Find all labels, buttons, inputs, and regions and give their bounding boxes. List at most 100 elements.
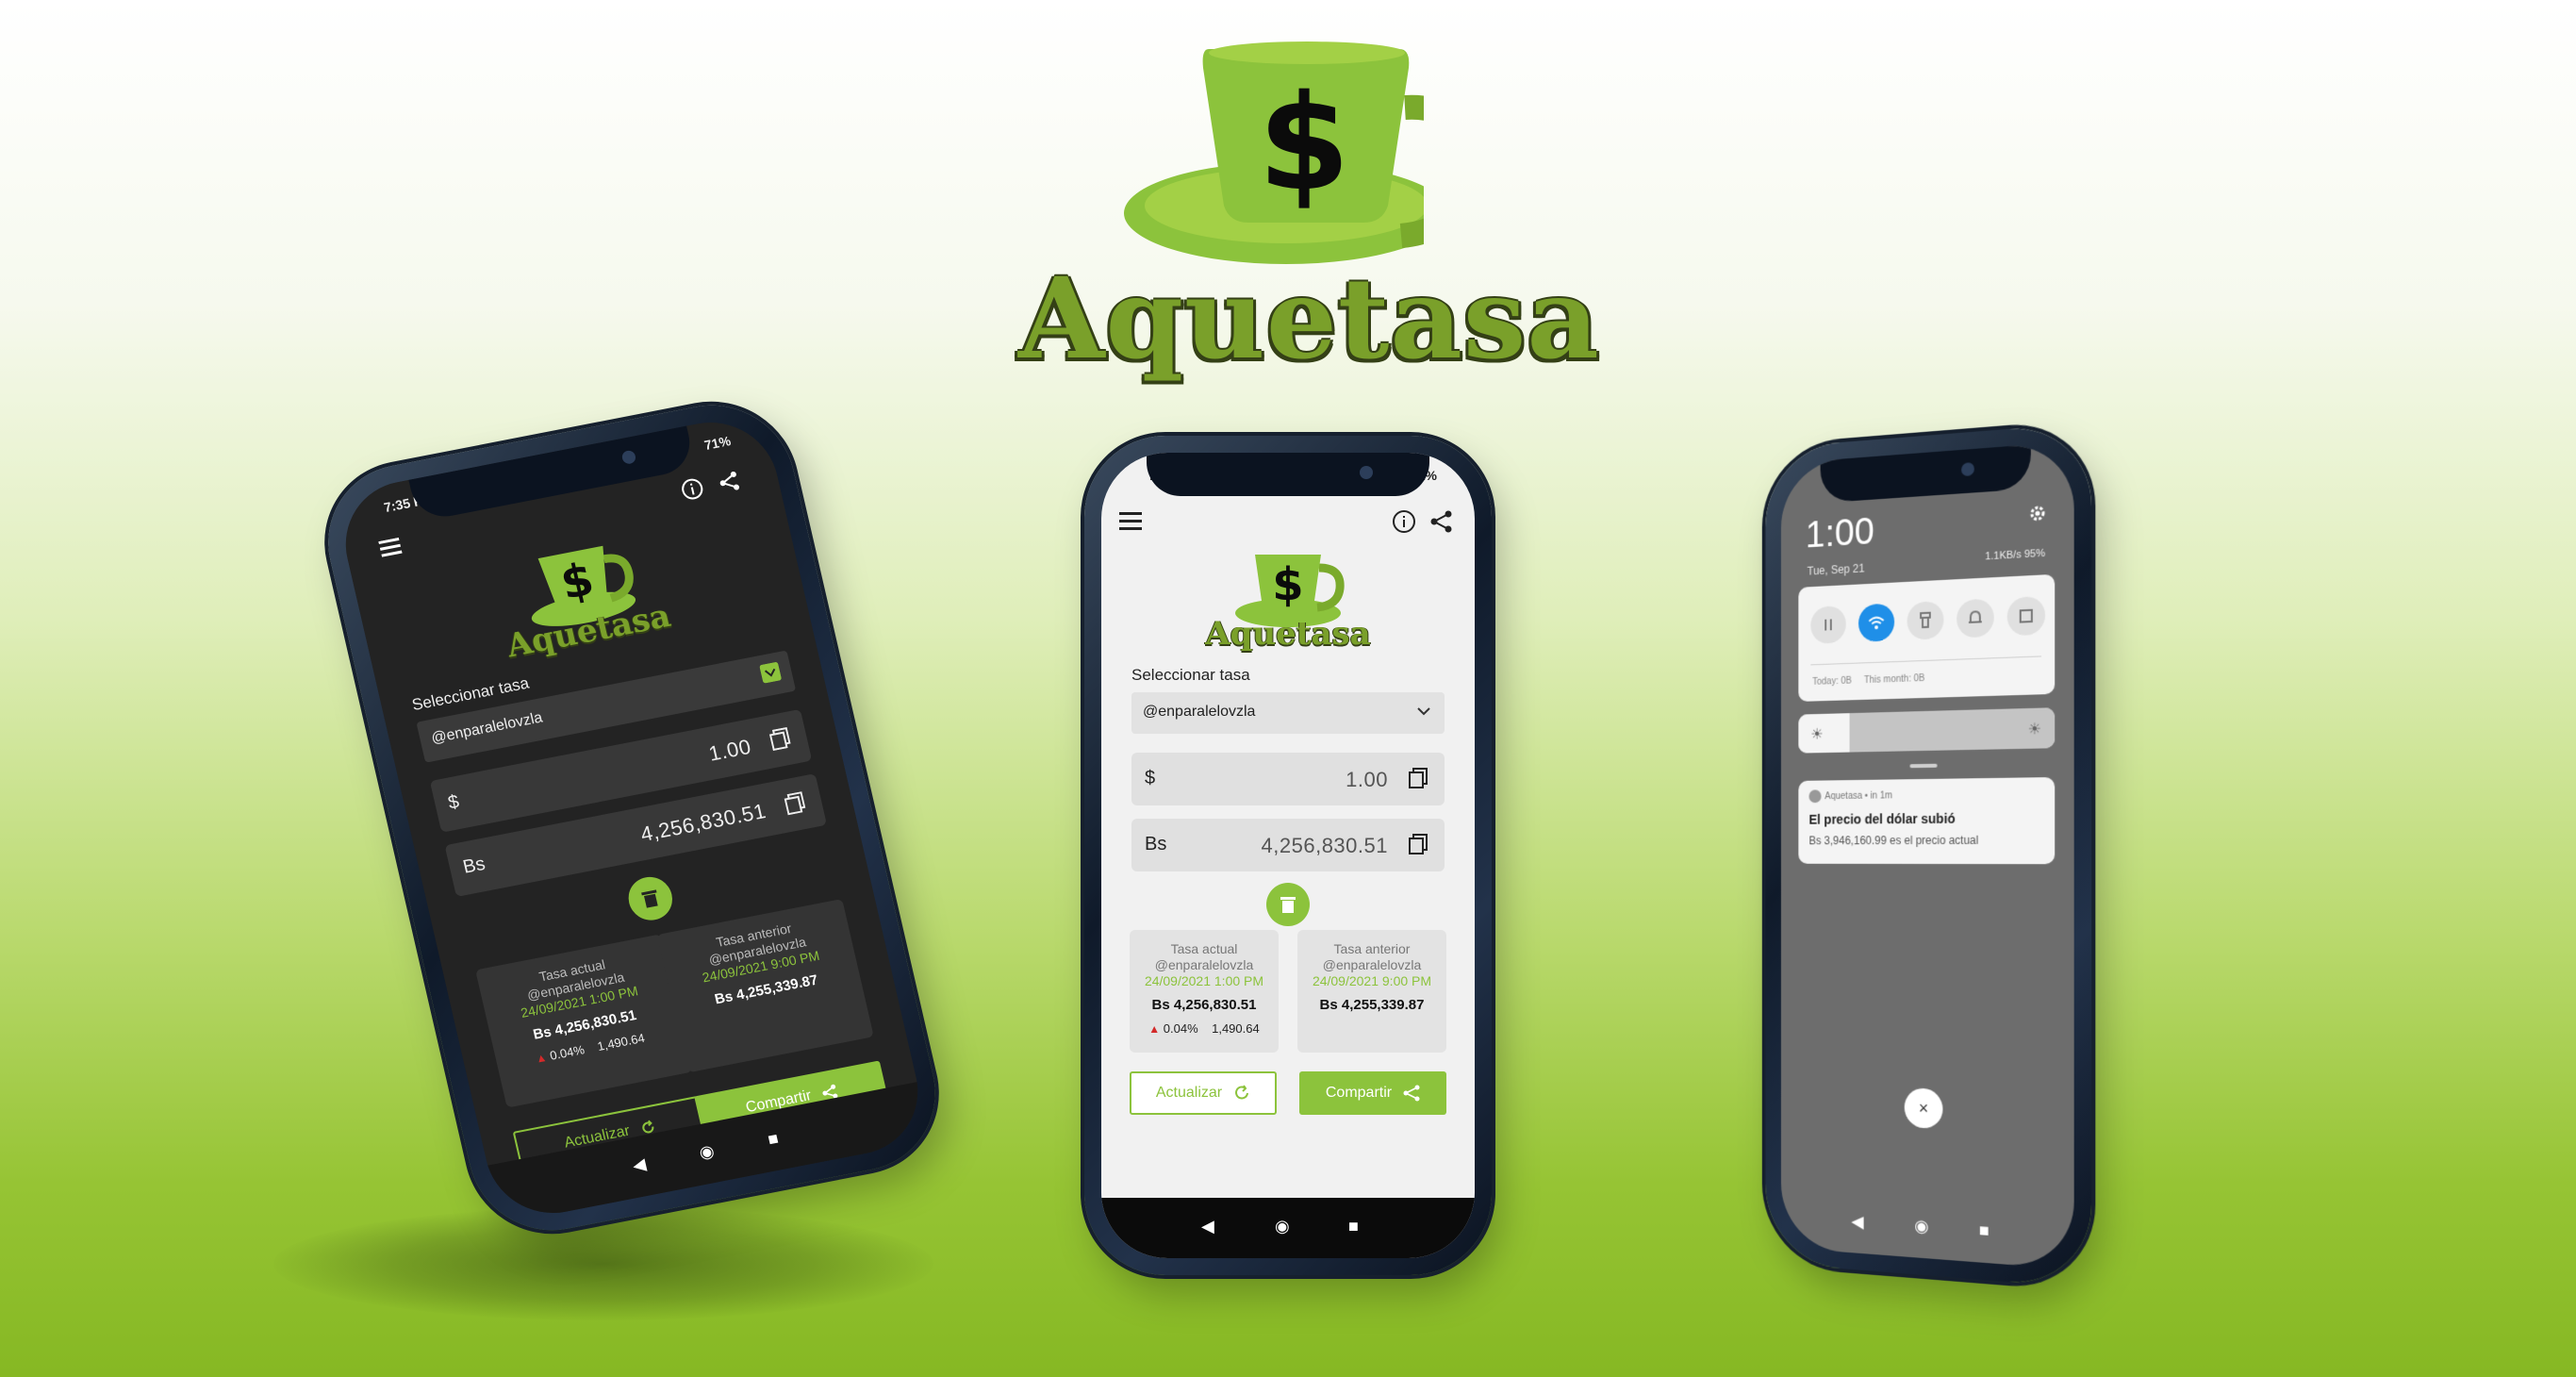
card-amount: Bs 4,255,339.87 xyxy=(1319,997,1425,1013)
status-battery: 71% xyxy=(702,433,733,454)
back-icon[interactable]: ◀ xyxy=(1851,1212,1863,1233)
mini-wordmark: Aquetasa xyxy=(1205,615,1371,653)
app-icon xyxy=(1808,789,1822,804)
refresh-button[interactable]: Actualizar xyxy=(1130,1071,1277,1115)
current-rate-card: Tasa actual @enparalelovzla 24/09/2021 1… xyxy=(1130,930,1279,1053)
usage-month: This month: 0B xyxy=(1863,672,1925,687)
home-icon[interactable]: ◉ xyxy=(1914,1216,1928,1236)
copy-icon[interactable] xyxy=(784,791,808,821)
back-icon[interactable]: ◀ xyxy=(1201,1217,1214,1236)
rate-select-value: @enparalelovzla xyxy=(429,709,544,747)
up-arrow-icon: ▲ xyxy=(534,1050,549,1066)
brightness-slider[interactable]: ☀ ☀ xyxy=(1798,707,2056,754)
share-button[interactable]: Compartir xyxy=(1299,1071,1446,1115)
card-title: Tasa actual xyxy=(1170,941,1238,956)
brightness-track xyxy=(1849,707,2056,753)
app-screen-light: 7:35 PM 71% $ Aquetasa Selecc xyxy=(1101,453,1475,1258)
change-pct: 0.04% xyxy=(1163,1021,1198,1036)
shade-clock: 1:00 xyxy=(1805,510,1874,556)
copy-icon[interactable] xyxy=(1409,834,1428,860)
copy-icon[interactable] xyxy=(1409,768,1428,794)
share-icon xyxy=(1403,1085,1420,1102)
change-abs: 1,490.64 xyxy=(596,1030,647,1054)
shade-handle[interactable] xyxy=(1909,763,1938,769)
info-icon[interactable] xyxy=(1388,506,1420,538)
svg-text:$: $ xyxy=(1258,67,1349,221)
usd-currency: $ xyxy=(1145,768,1156,788)
brightness-low-icon: ☀ xyxy=(1810,726,1824,743)
phone-center-screen: 7:35 PM 71% $ Aquetasa Selecc xyxy=(1101,453,1475,1258)
current-rate-card: Tasa actual @enparalelovzla 24/09/2021 1… xyxy=(475,934,693,1108)
notification-card[interactable]: Aquetasa • in 1m El precio del dólar sub… xyxy=(1798,776,2056,865)
clear-button[interactable] xyxy=(1266,883,1310,926)
hamburger-icon[interactable] xyxy=(1115,506,1147,538)
phone-right: 1:00 Tue, Sep 21 1.1KB/s 95% Today: 0B T… xyxy=(1765,422,2092,1289)
phone-center: 7:35 PM 71% $ Aquetasa Selecc xyxy=(1084,436,1492,1275)
previous-rate-card: Tasa anterior @enparalelovzla 24/09/2021… xyxy=(1297,930,1446,1053)
gear-icon[interactable] xyxy=(2028,503,2047,528)
previous-rate-card: Tasa anterior @enparalelovzla 24/09/2021… xyxy=(656,898,874,1073)
share-label: Compartir xyxy=(1325,1085,1393,1101)
divider xyxy=(1810,655,2041,666)
nav-bar: ◀ ◉ ■ xyxy=(1101,1198,1475,1258)
hamburger-icon[interactable] xyxy=(372,529,410,567)
svg-text:$: $ xyxy=(1272,558,1303,611)
net-status: 1.1KB/s 95% xyxy=(1985,547,2046,563)
change-abs: 1,490.64 xyxy=(1212,1021,1260,1036)
trash-icon xyxy=(1280,897,1296,913)
refresh-label: Actualizar xyxy=(1155,1085,1223,1101)
home-icon[interactable]: ◉ xyxy=(1275,1217,1290,1236)
share-icon[interactable] xyxy=(1426,506,1458,538)
select-label: Seleccionar tasa xyxy=(1131,666,1250,684)
rate-select-value: @enparalelovzla xyxy=(1143,704,1256,720)
shade-date: Tue, Sep 21 xyxy=(1807,561,1865,578)
usd-field[interactable]: $ 1.00 xyxy=(1131,753,1445,805)
home-icon[interactable]: ◉ xyxy=(698,1141,717,1163)
close-button[interactable]: × xyxy=(1904,1087,1943,1130)
card-title: Tasa anterior xyxy=(1333,941,1411,956)
rate-select[interactable]: @enparalelovzla xyxy=(1131,692,1445,734)
quick-settings-panel: Today: 0B This month: 0B xyxy=(1798,573,2056,702)
recents-icon[interactable]: ■ xyxy=(766,1129,780,1151)
usd-currency: $ xyxy=(446,791,462,814)
clear-button[interactable] xyxy=(624,872,677,924)
notification-body: Bs 3,946,160.99 es el precio actual xyxy=(1808,833,1979,848)
info-icon[interactable] xyxy=(673,471,712,508)
card-amount: Bs 4,256,830.51 xyxy=(1151,997,1257,1013)
card-source: @enparalelovzla xyxy=(1322,957,1422,972)
bs-field[interactable]: Bs 4,256,830.51 xyxy=(1131,819,1445,871)
bs-value: 4,256,830.51 xyxy=(638,799,768,847)
change-pct: 0.04% xyxy=(548,1042,586,1063)
wifi-toggle-icon[interactable] xyxy=(1858,603,1895,642)
brand-wordmark: Aquetasa xyxy=(1018,253,1600,384)
recents-icon[interactable]: ■ xyxy=(1979,1220,1990,1241)
share-icon[interactable] xyxy=(710,463,749,501)
usage-today: Today: 0B xyxy=(1812,675,1852,688)
trash-icon xyxy=(641,889,658,908)
usd-value: 1.00 xyxy=(1346,768,1388,791)
card-date: 24/09/2021 1:00 PM xyxy=(1144,973,1264,988)
phone-right-screen: 1:00 Tue, Sep 21 1.1KB/s 95% Today: 0B T… xyxy=(1780,440,2074,1270)
data-toggle-icon[interactable] xyxy=(1810,605,1846,644)
bs-currency: Bs xyxy=(1145,834,1167,854)
brightness-high-icon: ☀ xyxy=(2027,721,2041,738)
copy-icon[interactable] xyxy=(768,726,793,756)
bell-toggle-icon[interactable] xyxy=(1957,598,1994,639)
phone-left: 7:35 PM 71% $ Aquetasa Seleccionar tasa … xyxy=(312,390,951,1245)
chevron-down-icon xyxy=(759,662,783,688)
bs-value: 4,256,830.51 xyxy=(1261,834,1388,857)
bs-currency: Bs xyxy=(460,853,487,878)
app-screen-dark: 7:35 PM 71% $ Aquetasa Seleccionar tasa … xyxy=(332,410,932,1225)
notch xyxy=(1147,453,1429,496)
card-date: 24/09/2021 9:00 PM xyxy=(1312,973,1432,988)
back-icon[interactable]: ◀ xyxy=(631,1154,648,1176)
card-source: @enparalelovzla xyxy=(1154,957,1254,972)
recents-icon[interactable]: ■ xyxy=(1348,1217,1359,1236)
phone-shadow xyxy=(273,1207,933,1320)
refresh-icon xyxy=(1235,1085,1249,1100)
brightness-fill xyxy=(1798,713,1850,754)
up-arrow-icon: ▲ xyxy=(1148,1022,1161,1036)
screen-toggle-icon[interactable] xyxy=(2006,595,2046,637)
flashlight-toggle-icon[interactable] xyxy=(1907,600,1944,640)
card-delta: ▲ 0.04% 1,490.64 xyxy=(1130,1020,1279,1037)
